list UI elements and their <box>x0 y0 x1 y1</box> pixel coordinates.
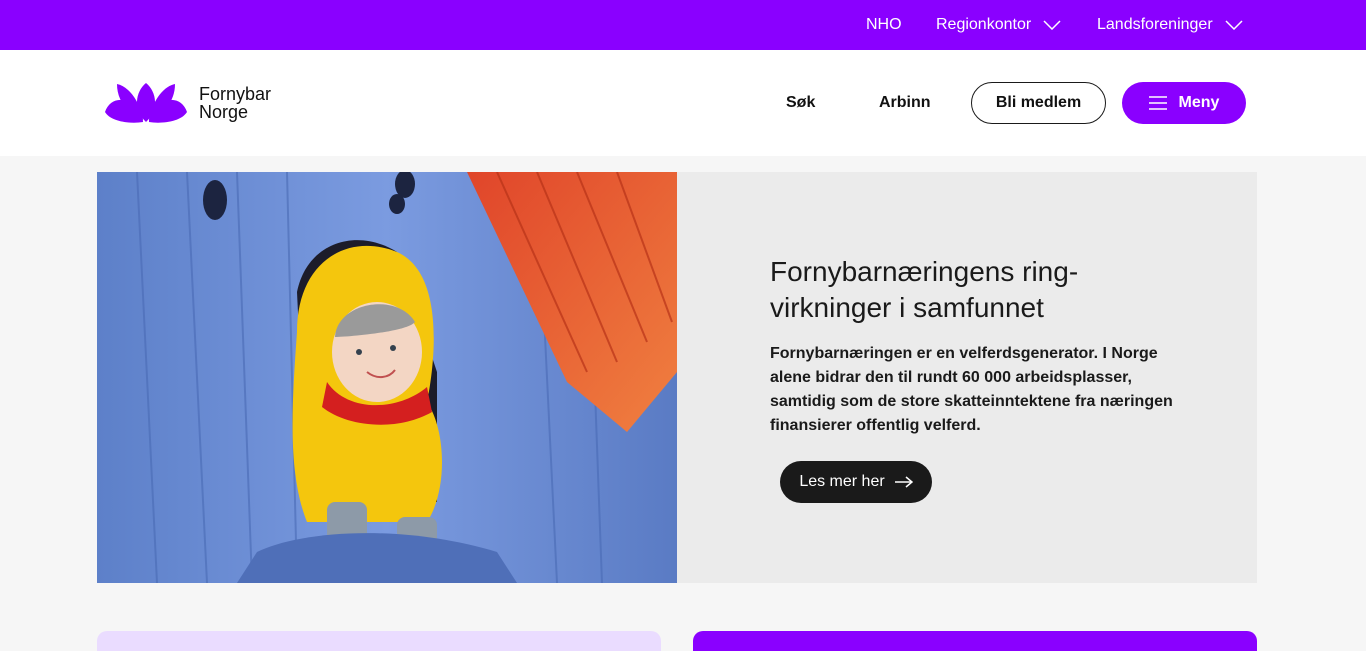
topbar-link-regionkontor-label: Regionkontor <box>936 16 1032 33</box>
top-utility-bar: NHO Regionkontor Landsforeninger <box>0 0 1366 50</box>
hamburger-icon <box>1148 96 1167 110</box>
read-more-label: Les mer her <box>799 473 885 490</box>
chevron-down-icon <box>1043 20 1061 30</box>
hero-title: Fornybarnæringens ring-virkninger i samf… <box>770 256 1079 323</box>
nav-search-link[interactable]: Søk <box>786 50 815 156</box>
nav-arbinn-link[interactable]: Arbinn <box>879 50 931 156</box>
menu-button-label: Meny <box>1178 94 1220 111</box>
hero-section: Fornybarnæringens ring-virkninger i samf… <box>97 172 1257 583</box>
menu-button[interactable]: Meny <box>1122 82 1246 124</box>
content-card-brand[interactable] <box>693 631 1257 651</box>
hero-body: Fornybarnæringen er en velferdsgenerator… <box>770 345 1173 434</box>
hero-text-panel: Fornybarnæringens ring-virkninger i samf… <box>677 172 1257 583</box>
topbar-link-nho-label: NHO <box>866 16 902 33</box>
read-more-button[interactable]: Les mer her <box>780 461 932 503</box>
logo-line-2: Norge <box>199 101 249 122</box>
content-card-light[interactable] <box>97 631 661 651</box>
topbar-link-nho[interactable]: NHO <box>866 0 902 50</box>
topbar-link-landsforeninger-label: Landsforeninger <box>1097 16 1213 33</box>
logo-petals-icon <box>105 82 187 123</box>
arrow-right-icon <box>894 476 913 488</box>
chevron-down-icon <box>1225 20 1243 30</box>
hero-image <box>97 172 677 583</box>
logo-wordmark: Fornybar Norge <box>199 85 271 121</box>
hero-photo-child-playground <box>97 172 677 583</box>
site-logo[interactable]: Fornybar Norge <box>103 80 278 125</box>
become-member-button[interactable]: Bli medlem <box>971 82 1106 124</box>
topbar-link-regionkontor[interactable]: Regionkontor <box>936 0 1061 50</box>
site-header: Fornybar Norge Søk Arbinn Bli medlem Men… <box>0 50 1366 156</box>
logo-line-1: Fornybar <box>199 83 272 104</box>
topbar-link-landsforeninger[interactable]: Landsforeninger <box>1097 0 1243 50</box>
